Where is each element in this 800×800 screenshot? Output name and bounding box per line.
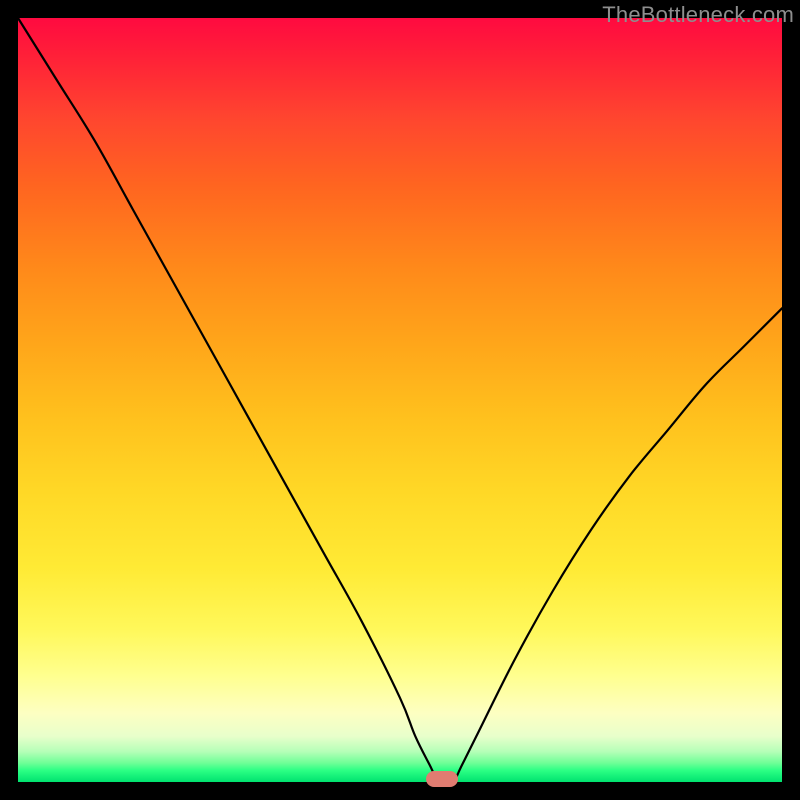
chart-area bbox=[18, 18, 782, 782]
optimal-marker bbox=[426, 771, 458, 787]
bottleneck-curve bbox=[18, 18, 782, 782]
watermark: TheBottleneck.com bbox=[602, 2, 794, 28]
